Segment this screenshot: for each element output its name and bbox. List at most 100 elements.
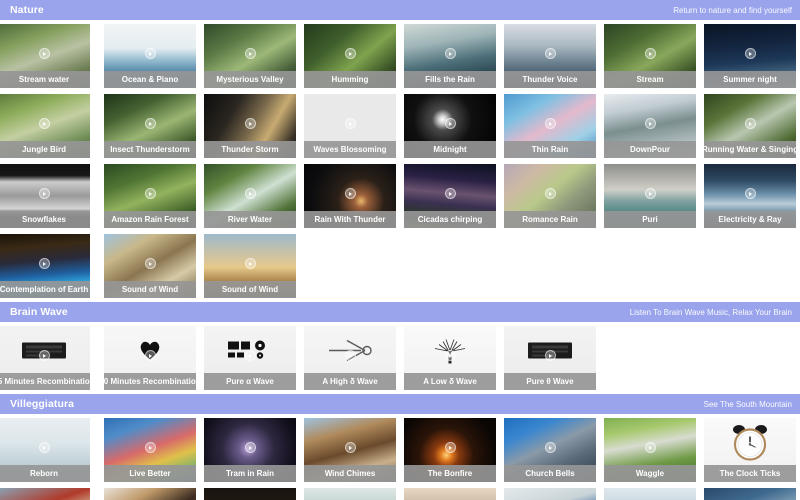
sound-card[interactable]	[704, 488, 796, 500]
play-icon[interactable]	[144, 188, 156, 199]
play-icon[interactable]	[644, 48, 656, 59]
play-icon[interactable]	[244, 350, 256, 361]
play-icon[interactable]	[38, 442, 50, 453]
sound-card[interactable]	[604, 488, 696, 500]
play-icon[interactable]	[144, 442, 156, 453]
card-label: Ocean & Piano	[121, 75, 179, 84]
play-icon[interactable]	[344, 118, 356, 129]
play-icon[interactable]	[344, 188, 356, 199]
play-icon[interactable]	[544, 118, 556, 129]
play-icon[interactable]	[444, 118, 456, 129]
play-icon[interactable]	[144, 48, 156, 59]
sound-card[interactable]: Wind Chimes	[304, 418, 396, 482]
play-icon[interactable]	[38, 350, 50, 361]
sound-card[interactable]: Sound of Wind	[204, 234, 296, 298]
sound-card[interactable]: Pure θ Wave	[504, 326, 596, 390]
card-label: Tram in Rain	[225, 469, 274, 478]
sound-card[interactable]: Thunder Voice	[504, 24, 596, 88]
sound-card[interactable]: Electricity & Ray	[704, 164, 796, 228]
sound-card[interactable]	[204, 488, 296, 500]
sound-card[interactable]: Church Bells	[504, 418, 596, 482]
card-label: Summer night	[723, 75, 777, 84]
sound-card[interactable]: Tram in Rain	[204, 418, 296, 482]
card-label: Running Water & Singing	[704, 145, 796, 154]
sound-card[interactable]: Insect Thunderstorm	[104, 94, 196, 158]
play-icon[interactable]	[744, 118, 756, 129]
play-icon[interactable]	[38, 48, 50, 59]
section-tagline[interactable]: Return to nature and find yourself	[673, 6, 792, 15]
play-icon[interactable]	[344, 442, 356, 453]
sound-card[interactable]: A High δ Wave	[304, 326, 396, 390]
sound-card[interactable]: Waggle	[604, 418, 696, 482]
sound-card[interactable]: 30 Minutes Recombination	[104, 326, 196, 390]
sound-card[interactable]: Fills the Rain	[404, 24, 496, 88]
sound-card[interactable]: Midnight	[404, 94, 496, 158]
section-tagline[interactable]: See The South Mountain	[704, 400, 792, 409]
sound-card[interactable]: Thunder Storm	[204, 94, 296, 158]
sound-card[interactable]: Mysterious Valley	[204, 24, 296, 88]
sound-card[interactable]: A Low δ Wave	[404, 326, 496, 390]
sound-card[interactable]	[0, 488, 90, 500]
sound-card[interactable]: Sound of Wind	[104, 234, 196, 298]
play-icon[interactable]	[144, 350, 156, 361]
play-icon[interactable]	[244, 258, 256, 269]
card-label: Stream water	[18, 75, 70, 84]
sound-card[interactable]: Live Better	[104, 418, 196, 482]
play-icon[interactable]	[644, 442, 656, 453]
sound-card[interactable]: Waves Blossoming	[304, 94, 396, 158]
play-icon[interactable]	[344, 48, 356, 59]
play-icon[interactable]	[38, 188, 50, 199]
play-icon[interactable]	[744, 442, 756, 453]
play-icon[interactable]	[444, 350, 456, 361]
play-icon[interactable]	[644, 188, 656, 199]
sound-card[interactable]: Puri	[604, 164, 696, 228]
play-icon[interactable]	[144, 258, 156, 269]
sound-card[interactable]: Amazon Rain Forest	[104, 164, 196, 228]
play-icon[interactable]	[744, 188, 756, 199]
sound-card[interactable]: Cicadas chirping	[404, 164, 496, 228]
sound-card[interactable]	[504, 488, 596, 500]
sound-card[interactable]	[304, 488, 396, 500]
sound-card[interactable]: Stream water	[0, 24, 90, 88]
sound-card[interactable]: Reborn	[0, 418, 90, 482]
play-icon[interactable]	[38, 258, 50, 269]
play-icon[interactable]	[744, 48, 756, 59]
sound-card[interactable]	[404, 488, 496, 500]
play-icon[interactable]	[244, 188, 256, 199]
play-icon[interactable]	[444, 442, 456, 453]
play-icon[interactable]	[544, 188, 556, 199]
play-icon[interactable]	[544, 350, 556, 361]
play-icon[interactable]	[444, 48, 456, 59]
sound-card[interactable]: The Clock Ticks	[704, 418, 796, 482]
play-icon[interactable]	[244, 48, 256, 59]
sound-card[interactable]: Jungle Bird	[0, 94, 90, 158]
sound-card[interactable]: Romance Rain	[504, 164, 596, 228]
play-icon[interactable]	[544, 48, 556, 59]
play-icon[interactable]	[244, 118, 256, 129]
sound-card[interactable]: Thin Rain	[504, 94, 596, 158]
play-icon[interactable]	[244, 442, 256, 453]
section-tagline[interactable]: Listen To Brain Wave Music, Relax Your B…	[630, 308, 792, 317]
sound-card[interactable]: Snowflakes	[0, 164, 90, 228]
sound-card[interactable]: Rain With Thunder	[304, 164, 396, 228]
play-icon[interactable]	[144, 118, 156, 129]
sound-card[interactable]: Ocean & Piano	[104, 24, 196, 88]
sound-card[interactable]: DownPour	[604, 94, 696, 158]
play-icon[interactable]	[644, 118, 656, 129]
sections-container: Nature Return to nature and find yourself…	[0, 0, 800, 500]
sound-card[interactable]: The Bonfire	[404, 418, 496, 482]
sound-card[interactable]: Summer night	[704, 24, 796, 88]
play-icon[interactable]	[38, 118, 50, 129]
play-icon[interactable]	[444, 188, 456, 199]
sound-card[interactable]: River Water	[204, 164, 296, 228]
sound-card[interactable]	[104, 488, 196, 500]
card-thumbnail	[204, 488, 296, 500]
sound-card[interactable]: Pure α Wave	[204, 326, 296, 390]
play-icon[interactable]	[344, 350, 356, 361]
sound-card[interactable]: 15 Minutes Recombination	[0, 326, 90, 390]
sound-card[interactable]: Running Water & Singing	[704, 94, 796, 158]
play-icon[interactable]	[544, 442, 556, 453]
sound-card[interactable]: Stream	[604, 24, 696, 88]
sound-card[interactable]: Contemplation of Earth	[0, 234, 90, 298]
sound-card[interactable]: Humming	[304, 24, 396, 88]
